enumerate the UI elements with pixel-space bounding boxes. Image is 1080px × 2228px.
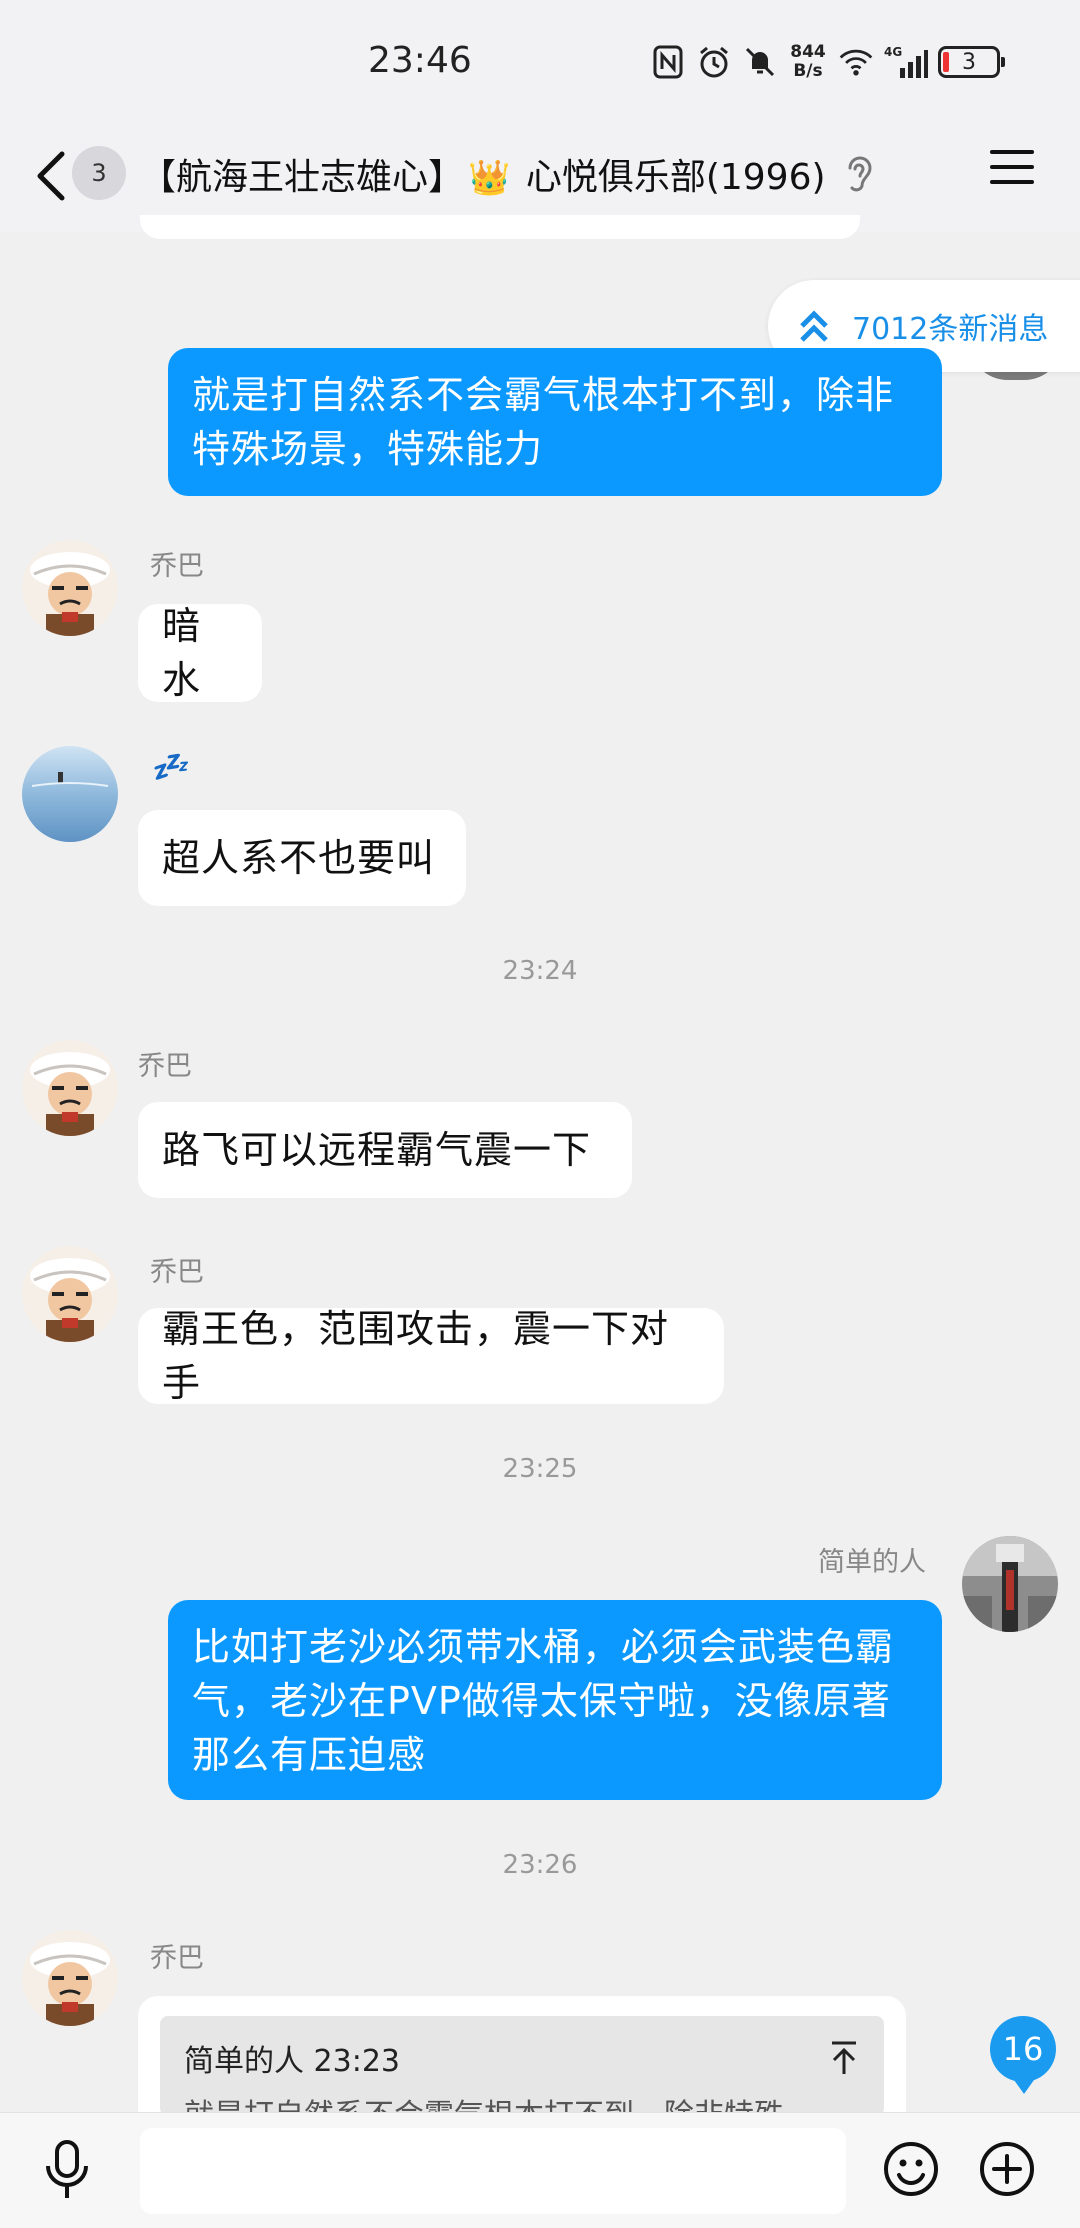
- arrow-up-to-top-icon[interactable]: [828, 2040, 860, 2076]
- timestamp: 23:24: [502, 956, 578, 986]
- avatar[interactable]: [22, 1246, 118, 1342]
- message-bubble-incoming[interactable]: 路飞可以远程霸气震一下: [138, 1102, 632, 1198]
- avatar[interactable]: [22, 1930, 118, 2026]
- battery-icon: 3: [938, 46, 1005, 78]
- net-speed-value: 844: [790, 42, 826, 62]
- ear-icon[interactable]: [842, 152, 876, 196]
- back-unread-count[interactable]: 3: [72, 146, 126, 200]
- partial-message-bubble: [140, 215, 860, 239]
- status-bar: 23:46 844 B/s 4G 3: [0, 0, 1080, 120]
- sender-name: 简单的人: [818, 1547, 926, 1578]
- message-text: 暗水: [162, 604, 202, 702]
- new-messages-label: 7012条新消息: [852, 312, 1049, 347]
- quoted-message-header: 简单的人 23:23: [184, 2044, 400, 2079]
- timestamp: 23:25: [502, 1454, 578, 1484]
- message-text-line: 那么有压迫感: [192, 1733, 427, 1777]
- plus-icon[interactable]: [978, 2140, 1036, 2198]
- message-text: 路飞可以远程霸气震一下: [162, 1128, 592, 1172]
- status-time: 23:46: [368, 40, 472, 81]
- message-text-line: 比如打老沙必须带水桶，必须会武装色霸: [192, 1625, 895, 1669]
- avatar[interactable]: [22, 1040, 118, 1136]
- message-text: 霸王色，范围攻击，震一下对手: [162, 1307, 670, 1405]
- network-type-label: 4G: [884, 45, 902, 59]
- message-bubble-incoming[interactable]: 超人系不也要叫: [138, 810, 466, 906]
- menu-icon[interactable]: [990, 150, 1034, 194]
- timestamp: 23:26: [502, 1850, 578, 1880]
- avatar[interactable]: [962, 1536, 1058, 1632]
- sender-name: 乔巴: [150, 1943, 204, 1974]
- message-bubble-outgoing[interactable]: 就是打自然系不会霸气根本打不到，除非 特殊场景，特殊能力: [168, 348, 942, 496]
- message-text-line: 特殊场景，特殊能力: [192, 427, 544, 471]
- message-bubble-outgoing[interactable]: 比如打老沙必须带水桶，必须会武装色霸 气，老沙在PVP做得太保守啦，没像原著 那…: [168, 1600, 942, 1800]
- bell-muted-icon: [742, 44, 778, 80]
- net-speed-unit: B/s: [793, 61, 823, 81]
- message-bubble-incoming[interactable]: 暗水: [138, 604, 262, 702]
- unread-mentions-badge[interactable]: 16: [990, 2016, 1056, 2094]
- battery-level: 3: [962, 49, 976, 75]
- message-text-line: 气，老沙在PVP做得太保守啦，没像原著: [192, 1679, 891, 1723]
- net-speed: 844 B/s: [788, 43, 828, 81]
- group-title[interactable]: 【航海王壮志雄心】 👑 心悦俱乐部(1996): [140, 148, 826, 200]
- cellular-signal-icon: 4G: [884, 44, 928, 80]
- sender-name: 乔巴: [150, 551, 204, 582]
- double-chevron-up-icon: [800, 310, 828, 342]
- status-icons: 844 B/s 4G 3: [650, 40, 1005, 84]
- crown-icon: 👑: [468, 158, 511, 198]
- nfc-icon: [650, 44, 686, 80]
- group-title-prefix: 【航海王壮志雄心】: [140, 157, 465, 198]
- emoji-icon[interactable]: [882, 2140, 940, 2198]
- group-title-name: 心悦俱乐部(1996): [525, 157, 826, 198]
- back-arrow-icon[interactable]: [30, 146, 70, 206]
- avatar[interactable]: [22, 540, 118, 636]
- message-text: 超人系不也要叫: [162, 836, 436, 880]
- microphone-icon[interactable]: [42, 2138, 92, 2202]
- avatar[interactable]: [22, 746, 118, 842]
- message-bubble-incoming[interactable]: 霸王色，范围攻击，震一下对手: [138, 1307, 724, 1405]
- sender-name: 乔巴: [138, 1051, 192, 1082]
- sender-name: 💤: [150, 750, 188, 785]
- message-text-line: 就是打自然系不会霸气根本打不到，除非: [192, 373, 895, 417]
- message-input[interactable]: [140, 2128, 846, 2214]
- wifi-icon: [838, 44, 874, 80]
- sender-name: 乔巴: [150, 1257, 204, 1288]
- alarm-icon: [696, 44, 732, 80]
